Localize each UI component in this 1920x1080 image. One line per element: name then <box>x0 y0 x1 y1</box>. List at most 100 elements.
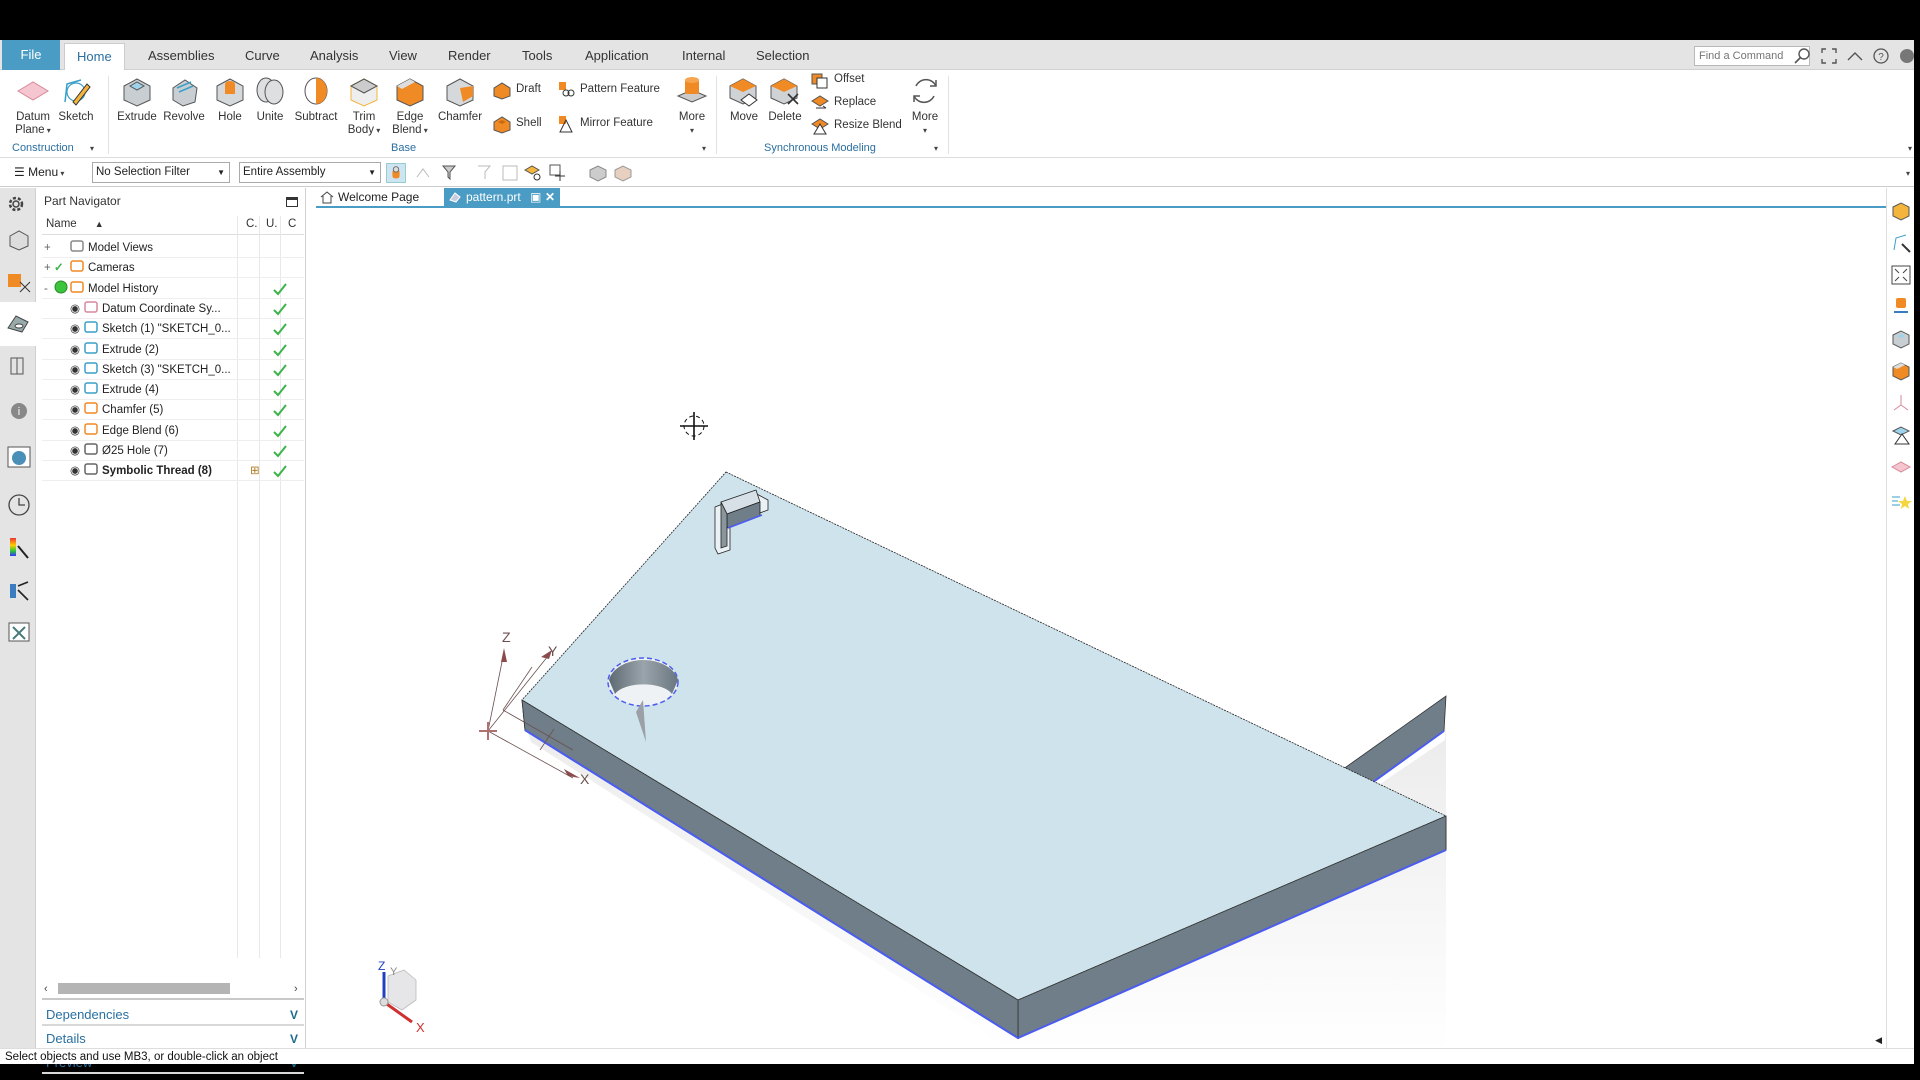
model-canvas[interactable]: Z Y X Z Y X <box>316 210 1886 1052</box>
point-snap-icon[interactable] <box>548 163 568 183</box>
replace-face-button[interactable]: Replace <box>810 91 876 113</box>
search-icon[interactable] <box>1793 47 1811 65</box>
extrude-button[interactable]: Extrude <box>116 74 158 124</box>
roles-tools-icon[interactable] <box>6 618 32 644</box>
expand-toggle-icon[interactable]: + <box>44 258 51 278</box>
tree-row[interactable]: + ✓ Cameras <box>42 258 304 279</box>
subtract-button[interactable]: Subtract <box>293 74 339 124</box>
type-filter-icon[interactable] <box>440 163 460 183</box>
fullscreen-icon[interactable] <box>1820 47 1838 65</box>
tree-row[interactable]: ◉ Datum Coordinate Sy... <box>42 299 304 319</box>
move-face-button[interactable]: Move <box>724 74 764 124</box>
pattern-feature-button[interactable]: Pattern Feature <box>556 78 660 100</box>
visibility-eye-icon[interactable]: ◉ <box>70 319 80 339</box>
filter-icon[interactable] <box>475 163 495 183</box>
tab-file[interactable]: File <box>2 40 60 70</box>
extrude-body-icon[interactable] <box>1890 328 1912 350</box>
draft-button[interactable]: Draft <box>492 78 541 100</box>
shaded-view-icon[interactable] <box>588 163 608 183</box>
tab-internal[interactable]: Internal <box>670 43 737 70</box>
base-more-button[interactable]: More ▾ <box>672 74 712 137</box>
menu-button[interactable]: ☰ Menu ▾ <box>14 165 64 179</box>
settings-gear-icon[interactable] <box>6 194 26 214</box>
blend-body-icon[interactable] <box>1890 360 1912 382</box>
tab-curve[interactable]: Curve <box>233 43 292 70</box>
zoom-select-icon[interactable] <box>500 163 520 183</box>
tab-view[interactable]: View <box>377 43 429 70</box>
close-tab-icon[interactable]: ✕ <box>545 188 555 207</box>
tree-row[interactable]: + Model Views <box>42 238 304 258</box>
wireframe-view-icon[interactable] <box>613 163 633 183</box>
trim-body-button[interactable]: Trim Body ▾ <box>346 74 382 137</box>
column-name[interactable]: Name ▲ <box>46 218 104 230</box>
mirror-feature-button[interactable]: Mirror Feature <box>556 112 653 134</box>
resize-blend-button[interactable]: Resize Blend <box>810 114 902 136</box>
toolbar-options-dropdown[interactable]: ▾ <box>1906 169 1910 178</box>
snap-icon[interactable] <box>413 163 433 183</box>
tab-render[interactable]: Render <box>436 43 503 70</box>
offset-region-button[interactable]: Offset <box>810 68 864 90</box>
visibility-eye-icon[interactable]: ◉ <box>70 340 80 360</box>
datum-plane-small-icon[interactable] <box>1890 456 1912 478</box>
sync-more-button[interactable]: More ▾ <box>906 74 944 137</box>
tab-selection[interactable]: Selection <box>744 43 821 70</box>
hole-button[interactable]: Hole <box>212 74 248 124</box>
user-status-icon[interactable] <box>1898 47 1916 65</box>
visibility-eye-icon[interactable]: ◉ <box>70 360 80 380</box>
reuse-library-icon[interactable] <box>6 352 32 378</box>
tree-row[interactable]: ◉ Edge Blend (6) <box>42 421 304 441</box>
tab-tools[interactable]: Tools <box>510 43 564 70</box>
tree-row[interactable]: ◉ Symbolic Thread (8) ⊞ <box>42 461 304 482</box>
feature-tools-icon[interactable] <box>1890 296 1912 318</box>
graphics-window[interactable]: Z Y X Z Y X ◀ <box>316 210 1886 1052</box>
delete-face-button[interactable]: Delete <box>764 74 806 124</box>
web-browser-icon[interactable] <box>6 444 32 470</box>
splitter[interactable] <box>42 998 304 1000</box>
selection-scope-dropdown[interactable]: Entire Assembly ▼ <box>239 162 381 183</box>
part-navigator-tab[interactable] <box>0 302 36 346</box>
tree-row[interactable]: ◉ Sketch (3) "SKETCH_0... <box>42 360 304 380</box>
visibility-eye-icon[interactable]: ◉ <box>70 461 80 481</box>
expand-toggle-icon[interactable]: - <box>44 279 48 299</box>
assembly-navigator-icon[interactable] <box>6 226 32 252</box>
tab-pattern-prt[interactable]: pattern.prt ▣ ✕ <box>444 188 560 207</box>
horizontal-scrollbar[interactable]: ‹ › <box>42 980 304 996</box>
process-studio-icon[interactable] <box>6 576 32 602</box>
select-features-icon[interactable] <box>386 163 406 183</box>
visibility-eye-icon[interactable]: ◉ <box>70 380 80 400</box>
visibility-eye-icon[interactable]: ◉ <box>70 421 80 441</box>
shell-button[interactable]: Shell <box>492 112 542 134</box>
visibility-eye-icon[interactable]: ◉ <box>70 299 80 319</box>
ribbon-options-dropdown[interactable]: ▾ <box>1908 144 1912 153</box>
base-group-dropdown[interactable]: ▾ <box>702 144 706 153</box>
tab-assemblies[interactable]: Assemblies <box>136 43 226 70</box>
datum-plane-button[interactable]: Datum Plane ▾ <box>12 74 54 137</box>
column-u[interactable]: U. <box>266 218 278 230</box>
expand-toggle-icon[interactable]: + <box>44 238 51 258</box>
details-panel[interactable]: Details V <box>42 1028 304 1050</box>
chamfer-button[interactable]: Chamfer <box>436 74 484 124</box>
dependencies-panel[interactable]: Dependencies V <box>42 1004 304 1026</box>
revolve-button[interactable]: Revolve <box>162 74 206 124</box>
tree-row[interactable]: ◉ Extrude (4) <box>42 380 304 401</box>
tree-row[interactable]: ◉ Chamfer (5) <box>42 400 304 421</box>
tab-home[interactable]: Home <box>64 43 125 70</box>
sketch-tools-icon[interactable] <box>1890 232 1912 254</box>
sync-group-dropdown[interactable]: ▾ <box>934 144 938 153</box>
tree-row[interactable]: - Model History <box>42 279 304 299</box>
datum-csys-icon[interactable] <box>1890 392 1912 414</box>
column-c[interactable]: C. <box>246 218 258 230</box>
edge-blend-button[interactable]: Edge Blend ▾ <box>388 74 432 137</box>
visibility-eye-icon[interactable]: ◉ <box>70 441 80 461</box>
tab-application[interactable]: Application <box>573 43 661 70</box>
tree-row[interactable]: ◉ Extrude (2) <box>42 340 304 360</box>
help-icon[interactable]: ? <box>1872 47 1890 65</box>
system-materials-icon[interactable] <box>6 534 32 560</box>
column-c2[interactable]: C <box>288 218 296 230</box>
snap-point-icon[interactable] <box>523 163 543 183</box>
sketch-button[interactable]: Sketch <box>56 74 96 124</box>
viewport-scroll-arrow[interactable]: ◀ <box>1875 1035 1882 1046</box>
constraint-navigator-icon[interactable] <box>6 268 32 294</box>
unite-button[interactable]: Unite <box>252 74 288 124</box>
part-body-icon[interactable] <box>1890 200 1912 222</box>
